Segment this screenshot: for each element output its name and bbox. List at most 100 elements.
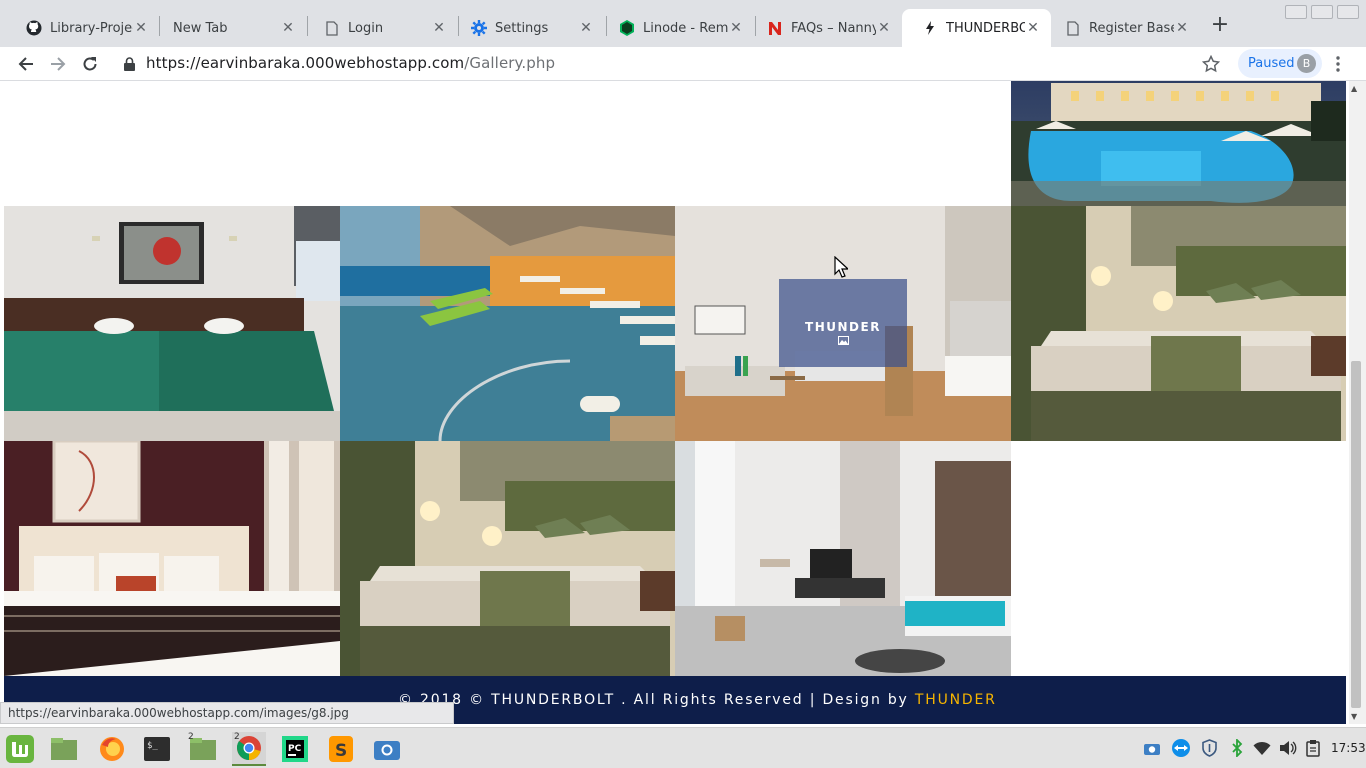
taskbar: $_ 2 2 PC S 17:53	[0, 727, 1366, 768]
address-bar[interactable]: https://earvinbaraka.000webhostapp.com/G…	[146, 54, 555, 72]
double-bed-olive-image	[1011, 206, 1346, 441]
overlay-title: THUNDER	[805, 320, 881, 334]
pool-resort-image	[1011, 81, 1346, 206]
maximize-button[interactable]	[1311, 5, 1333, 19]
tab-settings[interactable]: Settings ✕	[451, 9, 604, 47]
studio-room-image	[675, 441, 1011, 676]
files-icon[interactable]: 2	[186, 732, 220, 766]
taskbar-clock[interactable]: 17:53	[1331, 741, 1366, 755]
tab-title: THUNDERBOLT	[946, 20, 1025, 36]
close-icon[interactable]: ✕	[1025, 20, 1041, 36]
tab-title: FAQs – Nanny S	[791, 20, 876, 36]
lock-icon[interactable]	[124, 56, 135, 75]
gallery-image-double-bed-olive[interactable]	[1011, 206, 1346, 441]
tab-linode[interactable]: Linode - Remote ✕	[599, 9, 754, 47]
tab-strip: Library-Project ✕ New Tab ✕ Login ✕ Sett…	[0, 0, 1366, 47]
gallery-hover-overlay[interactable]: THUNDER	[779, 279, 907, 367]
files-window-count: 2	[188, 732, 194, 742]
bolt-icon	[922, 20, 938, 36]
tab-title: Linode - Remote	[643, 20, 728, 36]
url-host: https://earvinbaraka.000webhostapp.com	[146, 54, 465, 72]
profile-button[interactable]: Paused B	[1238, 49, 1322, 78]
back-button[interactable]	[12, 50, 40, 78]
terminal-icon[interactable]: $_	[140, 732, 174, 766]
close-icon[interactable]: ✕	[133, 20, 149, 36]
browser-toolbar: https://earvinbaraka.000webhostapp.com/G…	[0, 47, 1366, 81]
footer-designer-link[interactable]: THUNDER	[915, 692, 997, 708]
screenshot-tool-icon[interactable]	[370, 732, 404, 766]
gallery-image-double-bed-olive-2[interactable]	[340, 441, 675, 676]
close-icon[interactable]: ✕	[578, 20, 594, 36]
linode-icon	[619, 20, 635, 36]
chrome-icon[interactable]: 2	[232, 732, 266, 766]
firefox-icon[interactable]	[95, 732, 129, 766]
teamviewer-tray-icon[interactable]	[1171, 739, 1191, 757]
tab-register-base[interactable]: Register Base ✕	[1045, 9, 1200, 47]
scroll-up-arrow-icon[interactable]: ▲	[1351, 84, 1357, 93]
profile-status: Paused	[1248, 56, 1295, 71]
footer-copyright: © 2018 © THUNDERBOLT . All Rights Reserv…	[398, 692, 997, 708]
page-icon	[1065, 20, 1081, 36]
mint-menu-icon[interactable]	[3, 732, 37, 766]
show-desktop-icon[interactable]	[47, 732, 81, 766]
tab-login[interactable]: Login ✕	[304, 9, 457, 47]
new-tab-button[interactable]: +	[1208, 14, 1232, 38]
pycharm-icon[interactable]: PC	[278, 732, 312, 766]
sublime-text-icon[interactable]: S	[324, 732, 358, 766]
bluetooth-tray-icon[interactable]	[1228, 739, 1246, 757]
gallery-image-pool-resort[interactable]	[1011, 81, 1346, 206]
shield-tray-icon[interactable]	[1200, 739, 1218, 757]
tab-title: Register Base	[1089, 20, 1174, 36]
svg-text:PC: PC	[288, 744, 302, 754]
tab-faqs-nanny[interactable]: FAQs – Nanny S ✕	[747, 9, 902, 47]
footer-text: © 2018 © THUNDERBOLT . All Rights Reserv…	[398, 692, 915, 708]
chrome-window-count: 2	[234, 732, 240, 742]
close-icon[interactable]: ✕	[1174, 20, 1190, 36]
clipboard-tray-icon[interactable]	[1304, 739, 1322, 757]
gear-icon	[471, 20, 487, 36]
status-bar-url: https://earvinbaraka.000webhostapp.com/i…	[0, 702, 454, 724]
tab-thunderbolt[interactable]: THUNDERBOLT ✕	[902, 9, 1051, 47]
gallery-image-studio-room[interactable]	[675, 441, 1011, 676]
tab-new-tab[interactable]: New Tab ✕	[153, 9, 306, 47]
tab-title: New Tab	[173, 20, 228, 36]
menu-dots-icon[interactable]	[1330, 55, 1346, 73]
close-icon[interactable]: ✕	[280, 20, 296, 36]
page-icon	[324, 20, 340, 36]
close-icon[interactable]: ✕	[876, 20, 892, 36]
bookmark-star-icon[interactable]	[1199, 52, 1223, 76]
minimize-button[interactable]	[1285, 5, 1307, 19]
infinity-pool-image	[340, 206, 675, 441]
double-bed-olive-2-image	[340, 441, 675, 676]
gallery-image-infinity-pool[interactable]	[340, 206, 675, 441]
tab-title: Login	[348, 20, 384, 36]
arrow-right-icon	[51, 57, 66, 71]
forward-button[interactable]	[44, 50, 72, 78]
scrollbar-thumb[interactable]	[1351, 361, 1361, 708]
svg-text:$_: $_	[147, 741, 158, 751]
gallery-image-bed-dark-wood[interactable]	[4, 441, 340, 676]
tab-library-project[interactable]: Library-Project ✕	[6, 9, 159, 47]
close-icon[interactable]: ✕	[431, 20, 447, 36]
wifi-tray-icon[interactable]	[1253, 739, 1271, 757]
url-path: /Gallery.php	[464, 54, 556, 72]
close-window-button[interactable]	[1337, 5, 1359, 19]
bed-dark-wood-image	[4, 441, 340, 676]
volume-tray-icon[interactable]	[1279, 739, 1297, 757]
avatar: B	[1297, 54, 1316, 73]
reload-button[interactable]	[76, 50, 104, 78]
gallery-image-twin-bed[interactable]	[4, 206, 340, 441]
camera-tray-icon[interactable]	[1143, 739, 1161, 757]
mouse-cursor-icon	[834, 255, 850, 282]
close-icon[interactable]: ✕	[728, 20, 744, 36]
tab-title: Settings	[495, 20, 549, 36]
image-icon	[779, 336, 907, 348]
arrow-left-icon	[18, 57, 33, 71]
scroll-down-arrow-icon[interactable]: ▼	[1351, 712, 1357, 721]
n-logo-icon	[767, 20, 783, 36]
twin-bed-image	[4, 206, 340, 441]
reload-icon	[83, 57, 97, 71]
svg-text:S: S	[335, 741, 347, 761]
github-icon	[26, 20, 42, 36]
tab-title: Library-Project	[50, 20, 133, 36]
